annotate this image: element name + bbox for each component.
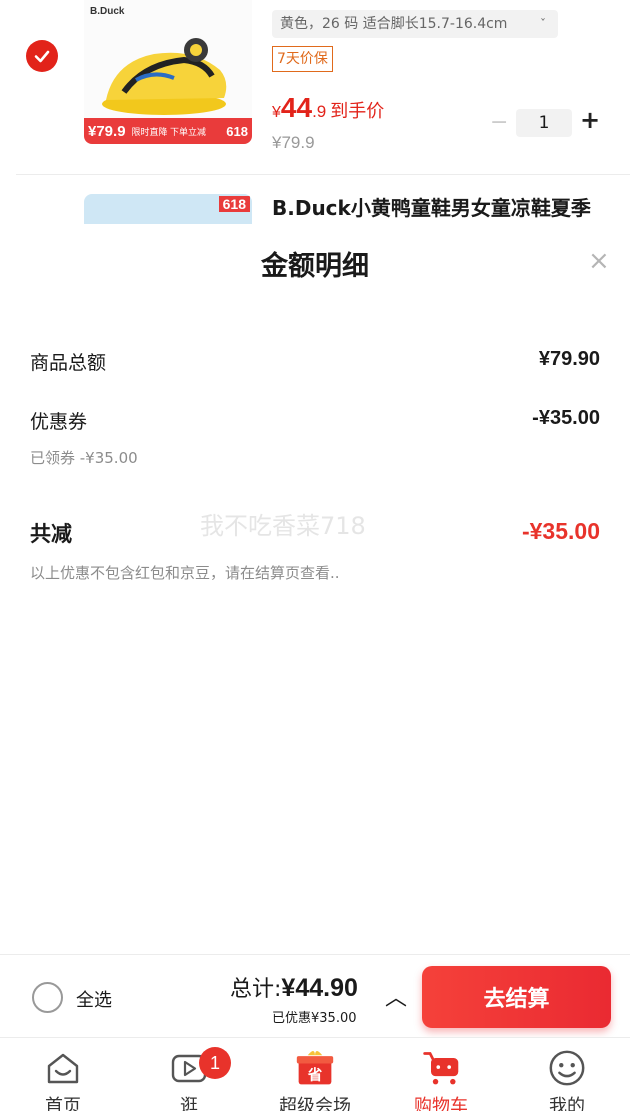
coupon-sub: 已领券 -¥35.00 (30, 449, 138, 467)
total-value: ¥44.90 (281, 974, 358, 1002)
coupon-label: 优惠券 (30, 411, 88, 433)
cart-icon (421, 1048, 461, 1088)
tab-label: 超级会场 (279, 1096, 351, 1111)
notification-badge: 1 (199, 1047, 231, 1079)
total-label: 总计: (230, 977, 282, 1002)
gift-icon: 省 (295, 1048, 335, 1088)
smiley-icon (547, 1048, 587, 1088)
tab-home[interactable]: 首页 (0, 1038, 126, 1111)
tab-cart[interactable]: 购物车 (378, 1038, 504, 1111)
bottom-tab-bar: 首页 逛 省 超级会场 购物车 我的 (0, 1037, 630, 1111)
home-icon (43, 1048, 83, 1088)
svg-text:省: 省 (307, 1066, 323, 1084)
coupon-value: -¥35.00 (532, 407, 600, 429)
close-icon[interactable]: × (588, 248, 610, 274)
goods-total-label: 商品总额 (30, 352, 107, 374)
tab-label: 购物车 (414, 1096, 468, 1111)
goods-total-value: ¥79.90 (538, 348, 600, 370)
tab-label: 首页 (45, 1096, 81, 1111)
total-reduce-value: -¥35.00 (521, 518, 600, 544)
saved-amount: 已优惠¥35.00 (272, 1011, 357, 1026)
sheet-title: 金额明细 (261, 251, 369, 282)
tab-profile[interactable]: 我的 (504, 1038, 630, 1111)
total-reduce-label: 共减 (30, 522, 72, 546)
tab-label: 我的 (549, 1096, 585, 1111)
select-all-label[interactable]: 全选 (76, 986, 112, 1012)
select-all-radio[interactable] (32, 982, 63, 1013)
tab-super-venue[interactable]: 省 超级会场 (252, 1038, 378, 1111)
tab-label: 逛 (180, 1096, 198, 1111)
amount-detail-sheet: 金额明细 × 商品总额 ¥79.90 优惠券 -¥35.00 已领券 -¥35.… (0, 224, 630, 954)
checkout-bar: 全选 总计:¥44.90 已优惠¥35.00 ︿ 去结算 (0, 954, 630, 1037)
watermark: 我不吃香菜718 (200, 512, 366, 540)
chevron-up-icon[interactable]: ︿ (385, 980, 407, 1012)
total-amount: 总计:¥44.90 (230, 971, 358, 1003)
tab-browse[interactable]: 逛 (126, 1038, 252, 1111)
checkout-button[interactable]: 去结算 (422, 966, 611, 1028)
discount-note: 以上优惠不包含红包和京豆，请在结算页查看.. (30, 564, 340, 582)
